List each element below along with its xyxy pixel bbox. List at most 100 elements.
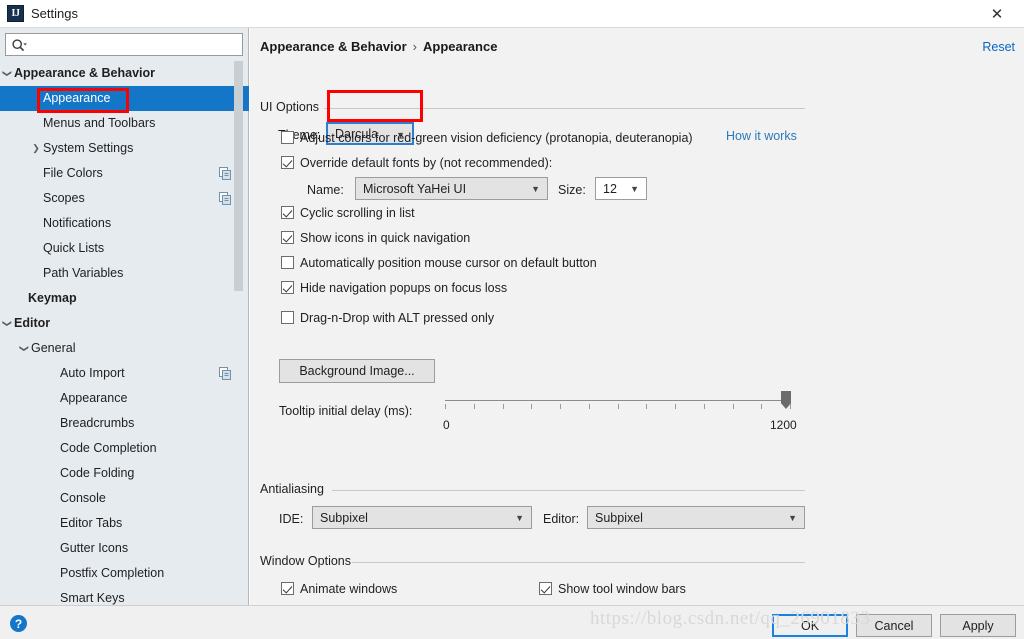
tooltip-delay-min-label: 0 [443, 418, 450, 432]
apply-button[interactable]: Apply [940, 614, 1016, 637]
ui-options-group-divider [324, 108, 805, 109]
slider-tick [733, 404, 734, 409]
sidebar-item-file-colors[interactable]: File Colors [0, 161, 249, 186]
override-fonts-checkbox[interactable] [281, 156, 294, 169]
slider-tick [675, 404, 676, 409]
adjust-colors-checkbox[interactable] [281, 131, 294, 144]
sidebar-item-label: Appearance [43, 91, 111, 105]
checkbox-indicator[interactable] [281, 281, 294, 294]
sidebar-item-label: Console [60, 491, 106, 505]
sidebar-item-label: Breadcrumbs [60, 416, 135, 430]
sidebar-item-keymap[interactable]: Keymap [0, 286, 249, 311]
sidebar-item-appearance[interactable]: Appearance [0, 386, 249, 411]
sidebar-scrollbar-thumb[interactable] [234, 61, 243, 291]
copy-icon[interactable] [219, 167, 232, 180]
sidebar-item-label: System Settings [43, 141, 134, 155]
settings-tree[interactable]: ❯ Appearance & Behavior Appearance Menus an… [0, 61, 249, 605]
font-name-label: Name: [307, 183, 344, 197]
sidebar-item-breadcrumbs[interactable]: Breadcrumbs [0, 411, 249, 436]
checkbox-indicator[interactable] [281, 582, 294, 595]
settings-sidebar: ❯ Appearance & Behavior Appearance Menus an… [0, 28, 249, 605]
ok-button[interactable]: OK [772, 614, 848, 637]
font-name-select[interactable]: Microsoft YaHei UI ▼ [355, 177, 548, 200]
tooltip-delay-slider-track[interactable] [445, 400, 790, 401]
copy-icon[interactable] [219, 192, 232, 205]
sidebar-item-label: Code Completion [60, 441, 157, 455]
slider-tick [704, 404, 705, 409]
breadcrumb-separator-icon: › [412, 39, 418, 54]
font-size-value: 12 [603, 181, 617, 196]
sidebar-item-code-folding[interactable]: Code Folding [0, 461, 249, 486]
settings-dialog: IJ Settings ✕ ❯ Appearance & Behavior Appe… [0, 0, 1024, 639]
sidebar-item-label: Smart Keys [60, 591, 125, 605]
checkbox-label: Animate windows [300, 582, 398, 596]
sidebar-item-gutter-icons[interactable]: Gutter Icons [0, 536, 249, 561]
copy-icon[interactable] [219, 367, 232, 380]
sidebar-item-editor-tabs[interactable]: Editor Tabs [0, 511, 249, 536]
tooltip-delay-max-label: 1200 [770, 418, 797, 432]
slider-tick [474, 404, 475, 409]
sidebar-item-label: Gutter Icons [60, 541, 129, 555]
chevron-right-icon[interactable]: ❯ [29, 136, 43, 161]
chevron-down-icon: ▼ [515, 512, 524, 523]
sidebar-item-general[interactable]: ❯ General [0, 336, 249, 361]
antialiasing-group-divider [332, 490, 805, 491]
cancel-button[interactable]: Cancel [856, 614, 932, 637]
settings-content-panel: Appearance & Behavior › Appearance Reset U… [250, 28, 1024, 622]
search-input[interactable] [32, 35, 238, 54]
sidebar-item-label: Path Variables [43, 266, 124, 280]
slider-tick [589, 404, 590, 409]
sidebar-item-label: Postfix Completion [60, 566, 165, 580]
slider-tick [646, 404, 647, 409]
how-it-works-link[interactable]: How it works [726, 129, 797, 143]
font-size-label: Size: [558, 183, 586, 197]
chevron-down-icon: ▼ [788, 512, 797, 523]
sidebar-item-system-settings[interactable]: ❯ System Settings [0, 136, 249, 161]
breadcrumb-parent[interactable]: Appearance & Behavior [260, 39, 407, 54]
dialog-footer: ? OK Cancel Apply [0, 605, 1024, 639]
help-icon[interactable]: ? [10, 615, 27, 632]
antialiasing-ide-select[interactable]: Subpixel ▼ [312, 506, 532, 529]
close-icon[interactable]: ✕ [978, 0, 1016, 28]
search-box[interactable] [5, 33, 243, 56]
reset-link[interactable]: Reset [982, 40, 1015, 54]
sidebar-item-label: General [31, 341, 76, 355]
checkbox-indicator[interactable] [281, 231, 294, 244]
tooltip-delay-label: Tooltip initial delay (ms): [279, 404, 413, 418]
slider-tick [618, 404, 619, 409]
sidebar-item-smart-keys[interactable]: Smart Keys [0, 586, 249, 605]
slider-tick [560, 404, 561, 409]
window-title: Settings [31, 6, 78, 21]
checkbox-indicator[interactable] [281, 256, 294, 269]
sidebar-item-scopes[interactable]: Scopes [0, 186, 249, 211]
sidebar-item-appearance-behavior[interactable]: ❯ Appearance & Behavior [0, 61, 249, 86]
sidebar-item-postfix-completion[interactable]: Postfix Completion [0, 561, 249, 586]
antialiasing-ide-label: IDE: [279, 512, 304, 526]
slider-tick [445, 404, 446, 409]
sidebar-item-notifications[interactable]: Notifications [0, 211, 249, 236]
checkbox-label: Show tool window bars [558, 582, 686, 596]
sidebar-item-label: Auto Import [60, 366, 125, 380]
sidebar-item-code-completion[interactable]: Code Completion [0, 436, 249, 461]
font-name-value: Microsoft YaHei UI [363, 181, 467, 196]
sidebar-item-menus-and-toolbars[interactable]: Menus and Toolbars [0, 111, 249, 136]
sidebar-item-label: File Colors [43, 166, 103, 180]
sidebar-item-quick-lists[interactable]: Quick Lists [0, 236, 249, 261]
sidebar-item-label: Appearance [60, 391, 128, 405]
sidebar-item-auto-import[interactable]: Auto Import [0, 361, 249, 386]
sidebar-item-appearance[interactable]: Appearance [0, 86, 249, 111]
sidebar-item-editor[interactable]: ❯ Editor [0, 311, 249, 336]
checkbox-indicator[interactable] [539, 582, 552, 595]
breadcrumb-current: Appearance [423, 39, 498, 54]
chevron-down-icon: ▼ [630, 183, 639, 194]
checkbox-label: Hide navigation popups on focus loss [300, 281, 508, 295]
antialiasing-editor-select[interactable]: Subpixel ▼ [587, 506, 805, 529]
checkbox-indicator[interactable] [281, 311, 294, 324]
checkbox-indicator[interactable] [281, 206, 294, 219]
sidebar-item-path-variables[interactable]: Path Variables [0, 261, 249, 286]
checkbox-label: Drag-n-Drop with ALT pressed only [300, 311, 495, 325]
sidebar-item-label: Menus and Toolbars [43, 116, 156, 130]
font-size-select[interactable]: 12 ▼ [595, 177, 647, 200]
sidebar-item-console[interactable]: Console [0, 486, 249, 511]
background-image-button[interactable]: Background Image... [279, 359, 435, 383]
